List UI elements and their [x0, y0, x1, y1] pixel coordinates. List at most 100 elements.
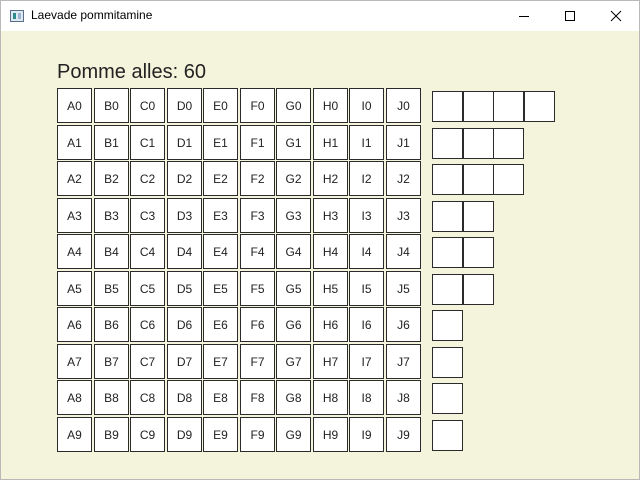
board-cell-F4[interactable]: F4: [240, 234, 275, 269]
board-cell-I3[interactable]: I3: [349, 198, 384, 233]
board-cell-E3[interactable]: E3: [203, 198, 238, 233]
board-cell-J0[interactable]: J0: [386, 88, 421, 123]
board-cell-C1[interactable]: C1: [130, 125, 165, 160]
board-cell-A8[interactable]: A8: [57, 380, 92, 415]
board-cell-F6[interactable]: F6: [240, 307, 275, 342]
board-cell-C2[interactable]: C2: [130, 161, 165, 196]
board-cell-G3[interactable]: G3: [276, 198, 311, 233]
board-cell-I0[interactable]: I0: [349, 88, 384, 123]
board-cell-B0[interactable]: B0: [94, 88, 129, 123]
board-cell-G1[interactable]: G1: [276, 125, 311, 160]
board-cell-G0[interactable]: G0: [276, 88, 311, 123]
board-cell-E1[interactable]: E1: [203, 125, 238, 160]
board-cell-C8[interactable]: C8: [130, 380, 165, 415]
board-cell-E8[interactable]: E8: [203, 380, 238, 415]
minimize-button[interactable]: [501, 1, 547, 31]
board-cell-C0[interactable]: C0: [130, 88, 165, 123]
board-cell-I1[interactable]: I1: [349, 125, 384, 160]
board-cell-A3[interactable]: A3: [57, 198, 92, 233]
board-cell-B3[interactable]: B3: [94, 198, 129, 233]
board-cell-G7[interactable]: G7: [276, 344, 311, 379]
board-cell-I9[interactable]: I9: [349, 417, 384, 452]
board-cell-D8[interactable]: D8: [167, 380, 202, 415]
board-cell-A6[interactable]: A6: [57, 307, 92, 342]
board-cell-C7[interactable]: C7: [130, 344, 165, 379]
board-cell-J5[interactable]: J5: [386, 271, 421, 306]
board-cell-H9[interactable]: H9: [313, 417, 348, 452]
board-cell-H5[interactable]: H5: [313, 271, 348, 306]
maximize-button[interactable]: [547, 1, 593, 31]
board-cell-C4[interactable]: C4: [130, 234, 165, 269]
board-cell-G4[interactable]: G4: [276, 234, 311, 269]
board-cell-F3[interactable]: F3: [240, 198, 275, 233]
board-cell-C3[interactable]: C3: [130, 198, 165, 233]
board-cell-E6[interactable]: E6: [203, 307, 238, 342]
close-button[interactable]: [593, 1, 639, 31]
board-cell-A1[interactable]: A1: [57, 125, 92, 160]
board-cell-D5[interactable]: D5: [167, 271, 202, 306]
board-cell-F5[interactable]: F5: [240, 271, 275, 306]
board-cell-D0[interactable]: D0: [167, 88, 202, 123]
board-cell-H6[interactable]: H6: [313, 307, 348, 342]
board-cell-J9[interactable]: J9: [386, 417, 421, 452]
board-cell-B2[interactable]: B2: [94, 161, 129, 196]
board-cell-H8[interactable]: H8: [313, 380, 348, 415]
board-cell-G9[interactable]: G9: [276, 417, 311, 452]
board-cell-J2[interactable]: J2: [386, 161, 421, 196]
board-cell-D7[interactable]: D7: [167, 344, 202, 379]
board-cell-E0[interactable]: E0: [203, 88, 238, 123]
board-cell-B6[interactable]: B6: [94, 307, 129, 342]
board-cell-B5[interactable]: B5: [94, 271, 129, 306]
board-cell-A9[interactable]: A9: [57, 417, 92, 452]
board-cell-I6[interactable]: I6: [349, 307, 384, 342]
board-cell-G2[interactable]: G2: [276, 161, 311, 196]
board-cell-H7[interactable]: H7: [313, 344, 348, 379]
board-cell-J1[interactable]: J1: [386, 125, 421, 160]
board-cell-J4[interactable]: J4: [386, 234, 421, 269]
board-cell-E9[interactable]: E9: [203, 417, 238, 452]
board-cell-G6[interactable]: G6: [276, 307, 311, 342]
board-cell-B4[interactable]: B4: [94, 234, 129, 269]
board-cell-D4[interactable]: D4: [167, 234, 202, 269]
board-cell-I8[interactable]: I8: [349, 380, 384, 415]
board-cell-J3[interactable]: J3: [386, 198, 421, 233]
board-cell-F1[interactable]: F1: [240, 125, 275, 160]
board-cell-H2[interactable]: H2: [313, 161, 348, 196]
board-cell-J7[interactable]: J7: [386, 344, 421, 379]
board-cell-B9[interactable]: B9: [94, 417, 129, 452]
board-cell-F7[interactable]: F7: [240, 344, 275, 379]
board-cell-A7[interactable]: A7: [57, 344, 92, 379]
board-cell-I5[interactable]: I5: [349, 271, 384, 306]
board-cell-D2[interactable]: D2: [167, 161, 202, 196]
board-cell-J6[interactable]: J6: [386, 307, 421, 342]
board-cell-F9[interactable]: F9: [240, 417, 275, 452]
board-cell-I4[interactable]: I4: [349, 234, 384, 269]
board-cell-J8[interactable]: J8: [386, 380, 421, 415]
board-cell-A4[interactable]: A4: [57, 234, 92, 269]
board-cell-H4[interactable]: H4: [313, 234, 348, 269]
board-cell-E2[interactable]: E2: [203, 161, 238, 196]
board-cell-C6[interactable]: C6: [130, 307, 165, 342]
board-cell-G5[interactable]: G5: [276, 271, 311, 306]
board-cell-H1[interactable]: H1: [313, 125, 348, 160]
board-cell-A5[interactable]: A5: [57, 271, 92, 306]
board-cell-A0[interactable]: A0: [57, 88, 92, 123]
board-cell-D1[interactable]: D1: [167, 125, 202, 160]
board-cell-G8[interactable]: G8: [276, 380, 311, 415]
board-cell-D6[interactable]: D6: [167, 307, 202, 342]
board-cell-B7[interactable]: B7: [94, 344, 129, 379]
board-cell-E4[interactable]: E4: [203, 234, 238, 269]
board-cell-I2[interactable]: I2: [349, 161, 384, 196]
board-cell-D9[interactable]: D9: [167, 417, 202, 452]
board-cell-A2[interactable]: A2: [57, 161, 92, 196]
board-cell-C9[interactable]: C9: [130, 417, 165, 452]
board-cell-H0[interactable]: H0: [313, 88, 348, 123]
board-cell-B8[interactable]: B8: [94, 380, 129, 415]
board-cell-C5[interactable]: C5: [130, 271, 165, 306]
board-cell-D3[interactable]: D3: [167, 198, 202, 233]
board-cell-E5[interactable]: E5: [203, 271, 238, 306]
board-cell-F0[interactable]: F0: [240, 88, 275, 123]
board-cell-I7[interactable]: I7: [349, 344, 384, 379]
board-cell-F8[interactable]: F8: [240, 380, 275, 415]
board-cell-B1[interactable]: B1: [94, 125, 129, 160]
